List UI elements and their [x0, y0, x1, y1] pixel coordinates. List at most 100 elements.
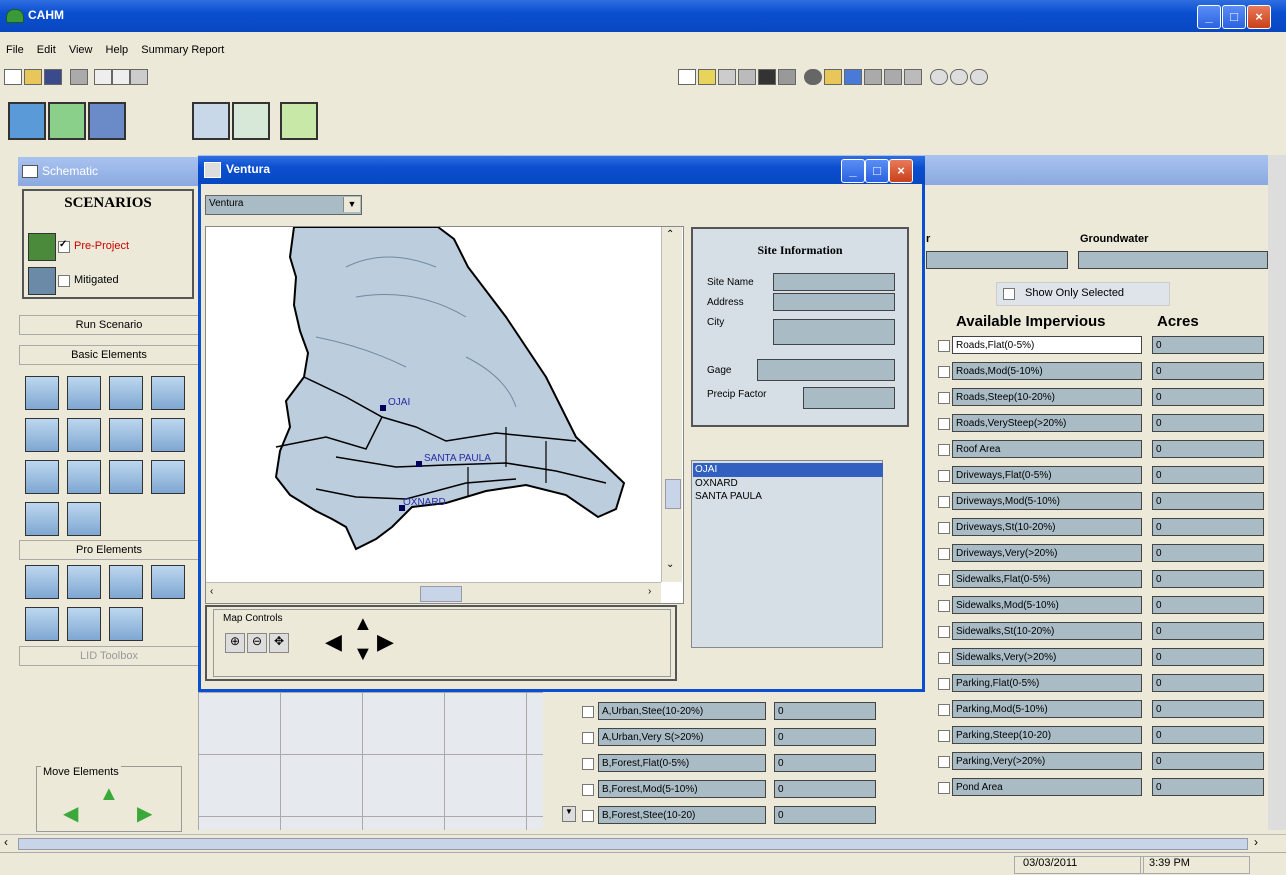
mitigated-checkbox[interactable]	[58, 275, 70, 287]
tools-button[interactable]	[232, 102, 270, 140]
impervious-acres-field[interactable]: 0	[1152, 544, 1264, 562]
one-icon[interactable]	[930, 69, 948, 85]
pan-left-icon[interactable]: ◀	[325, 629, 342, 655]
impervious-checkbox[interactable]	[938, 652, 950, 664]
groundwater-field[interactable]	[1078, 251, 1268, 269]
impervious-acres-field[interactable]: 0	[1152, 440, 1264, 458]
chart-icon[interactable]	[904, 69, 922, 85]
impervious-checkbox[interactable]	[938, 340, 950, 352]
impervious-label[interactable]: Roads,VerySteep(>20%)	[952, 414, 1142, 432]
zoom-in-icon[interactable]: ⊕	[225, 633, 245, 653]
ventura-county-map[interactable]	[206, 227, 661, 575]
element-2[interactable]	[67, 376, 101, 410]
impervious-label[interactable]: Driveways,St(10-20%)	[952, 518, 1142, 536]
impervious-acres-field[interactable]: 0	[1152, 752, 1264, 770]
cut-icon[interactable]	[94, 69, 112, 85]
film-icon[interactable]	[758, 69, 776, 85]
impervious-acres-field[interactable]: 0	[1152, 700, 1264, 718]
pervious-checkbox[interactable]	[582, 784, 594, 796]
impervious-checkbox[interactable]	[938, 678, 950, 690]
map-hscroll-thumb[interactable]	[420, 586, 462, 602]
pro-element-1[interactable]	[25, 565, 59, 599]
grid2-icon[interactable]	[884, 69, 902, 85]
square-icon[interactable]	[778, 69, 796, 85]
map-scroll-up-icon[interactable]: ⌃	[666, 229, 674, 240]
impervious-acres-field[interactable]: 0	[1152, 648, 1264, 666]
map-scroll-left-icon[interactable]: ‹	[210, 586, 213, 597]
santa-paula-marker[interactable]	[416, 461, 422, 467]
open-folder2-icon[interactable]	[824, 69, 842, 85]
pervious-label[interactable]: A,Urban,Stee(10-20%)	[598, 702, 766, 720]
pro-element-7[interactable]	[109, 607, 143, 641]
pervious-acres-field[interactable]: 0	[774, 702, 876, 720]
pervious-checkbox[interactable]	[582, 706, 594, 718]
pan-up-icon[interactable]: ▲	[353, 613, 373, 636]
grid-icon[interactable]	[864, 69, 882, 85]
impervious-checkbox[interactable]	[938, 470, 950, 482]
close-button[interactable]: ×	[1247, 5, 1271, 29]
impervious-label[interactable]: Driveways,Flat(0-5%)	[952, 466, 1142, 484]
pervious-acres-field[interactable]: 0	[774, 754, 876, 772]
pan-right-icon[interactable]: ▶	[377, 629, 394, 655]
impervious-label[interactable]: Parking,Mod(5-10%)	[952, 700, 1142, 718]
impervious-label[interactable]: Roof Area	[952, 440, 1142, 458]
maximize-button[interactable]: □	[1222, 5, 1246, 29]
impervious-checkbox[interactable]	[938, 782, 950, 794]
impervious-label[interactable]: Sidewalks,Flat(0-5%)	[952, 570, 1142, 588]
watershed-button[interactable]	[48, 102, 86, 140]
save-gray-icon[interactable]	[738, 69, 756, 85]
pervious-scroll-down[interactable]: ▼	[562, 806, 576, 822]
element-9[interactable]	[25, 460, 59, 494]
new-file-icon[interactable]	[4, 69, 22, 85]
print-icon[interactable]	[70, 69, 88, 85]
move-up-icon[interactable]: ▲	[99, 783, 119, 806]
three-icon[interactable]	[970, 69, 988, 85]
city-item-santa-paula[interactable]: SANTA PAULA	[695, 491, 762, 502]
impervious-checkbox[interactable]	[938, 366, 950, 378]
ventura-minimize-button[interactable]: _	[841, 159, 865, 183]
impervious-label[interactable]: Roads,Mod(5-10%)	[952, 362, 1142, 380]
schematic-grid[interactable]	[198, 692, 543, 830]
pro-element-6[interactable]	[67, 607, 101, 641]
hscroll-left-icon[interactable]: ‹	[4, 835, 8, 849]
impervious-label[interactable]: Driveways,Very(>20%)	[952, 544, 1142, 562]
report-icon[interactable]	[698, 69, 716, 85]
city-list[interactable]: OJAI OXNARD SANTA PAULA	[691, 460, 883, 648]
menu-file[interactable]: File	[6, 44, 24, 56]
ojai-marker[interactable]	[380, 405, 386, 411]
impervious-checkbox[interactable]	[938, 548, 950, 560]
lid-button[interactable]	[280, 102, 318, 140]
element-6[interactable]	[67, 418, 101, 452]
show-only-selected-checkbox[interactable]	[1003, 288, 1015, 300]
zoom-out-icon[interactable]: ⊖	[247, 633, 267, 653]
menu-summary-report[interactable]: Summary Report	[141, 44, 224, 56]
ventura-maximize-button[interactable]: □	[865, 159, 889, 183]
move-left-icon[interactable]: ◀	[63, 801, 78, 826]
impervious-label[interactable]: Roads,Steep(10-20%)	[952, 388, 1142, 406]
pervious-label[interactable]: B,Forest,Mod(5-10%)	[598, 780, 766, 798]
chevron-down-icon[interactable]: ▼	[343, 197, 360, 212]
hscroll-right-icon[interactable]: ›	[1254, 835, 1258, 849]
impervious-acres-field[interactable]: 0	[1152, 622, 1264, 640]
city-item-oxnard[interactable]: OXNARD	[695, 478, 738, 489]
map-vscroll[interactable]: ⌃ ⌄	[661, 227, 682, 582]
chart-button[interactable]	[88, 102, 126, 140]
element-11[interactable]	[109, 460, 143, 494]
element-13[interactable]	[25, 502, 59, 536]
pervious-checkbox[interactable]	[582, 732, 594, 744]
map-scroll-right-icon[interactable]: ›	[648, 586, 651, 597]
impervious-acres-field[interactable]: 0	[1152, 726, 1264, 744]
pro-element-4[interactable]	[151, 565, 185, 599]
county-dropdown[interactable]: Ventura ▼	[205, 195, 362, 215]
impervious-label[interactable]: Parking,Very(>20%)	[952, 752, 1142, 770]
element-14[interactable]	[67, 502, 101, 536]
precip-factor-field[interactable]	[803, 387, 895, 409]
element-8[interactable]	[151, 418, 185, 452]
element-3[interactable]	[109, 376, 143, 410]
pervious-acres-field[interactable]: 0	[774, 728, 876, 746]
pan-down-icon[interactable]: ▼	[353, 643, 373, 666]
impervious-acres-field[interactable]: 0	[1152, 414, 1264, 432]
edit-icon[interactable]	[678, 69, 696, 85]
impervious-checkbox[interactable]	[938, 626, 950, 638]
surface-field[interactable]	[926, 251, 1068, 269]
